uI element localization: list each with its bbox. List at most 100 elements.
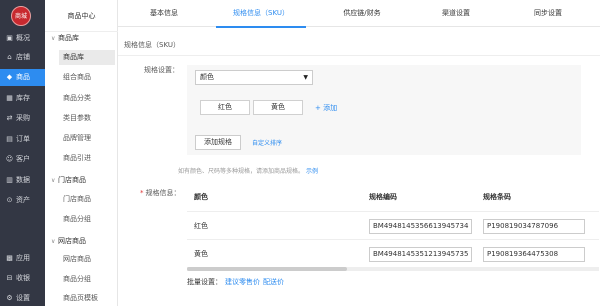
section-title: 规格信息（SKU） bbox=[124, 41, 180, 49]
suggested-retail-price-link[interactable]: 建议零售价 bbox=[225, 278, 260, 286]
inventory-icon: ▦ bbox=[6, 94, 13, 102]
rail-item-apps[interactable]: ▩ 应用 bbox=[0, 250, 45, 267]
table-row: 红色 BM4948145356613945734 P19081903478709… bbox=[187, 211, 599, 239]
apps-icon: ▩ bbox=[6, 254, 13, 262]
sku-table: 颜色 规格编码 规格条码 红色 BM4948145356613945734 P1… bbox=[187, 183, 599, 267]
rail-item-assets[interactable]: ⊙ 资产 bbox=[0, 192, 45, 209]
sidebar-item-category-params[interactable]: 类目参数 bbox=[59, 111, 115, 126]
store-logo[interactable]: 商城 bbox=[11, 6, 31, 26]
tab-sku-info[interactable]: 规格信息（SKU） bbox=[216, 0, 306, 28]
rail-item-store[interactable]: ⌂ 店铺 bbox=[0, 49, 45, 66]
add-spec-button[interactable]: 添加规格 bbox=[195, 135, 241, 150]
tag-icon: ◆ bbox=[6, 73, 13, 81]
customer-icon: ☺ bbox=[5, 155, 14, 163]
sidebar-title: 商品中心 bbox=[45, 0, 118, 32]
spec-settings-label: 规格设置： bbox=[144, 66, 179, 74]
hint-text: 如有颜色、尺码等多种规格，请添加商品规格。 bbox=[178, 168, 305, 175]
table-row: 黄色 BM4948145351213945735 P19081936447530… bbox=[187, 239, 599, 267]
rail-item-products[interactable]: ◆ 商品 bbox=[0, 69, 45, 86]
sidebar-item-bundle-products[interactable]: 组合商品 bbox=[59, 70, 115, 85]
sidebar-item-online-products[interactable]: 网店商品 bbox=[59, 252, 115, 267]
sidebar-item-product-library[interactable]: 商品库 bbox=[59, 50, 115, 65]
tab-supply-chain[interactable]: 供应链/财务 bbox=[314, 0, 410, 27]
store-icon: ⌂ bbox=[7, 53, 12, 61]
tab-channel-settings[interactable]: 渠道设置 bbox=[418, 0, 494, 27]
color-cell: 黄色 bbox=[194, 250, 208, 258]
spec-type-value: 颜色 bbox=[200, 73, 214, 81]
cashier-icon: ⊟ bbox=[6, 274, 13, 282]
rail-label: 设置 bbox=[16, 294, 30, 302]
rail-label: 采购 bbox=[16, 114, 30, 122]
group-label: 门店商品 bbox=[58, 176, 86, 184]
tab-sync-settings[interactable]: 同步设置 bbox=[510, 0, 586, 27]
spec-code-input[interactable]: BM4948145356613945734 bbox=[369, 219, 472, 234]
sidebar-group-product-library[interactable]: ∨ 商品库 bbox=[51, 33, 79, 43]
sidebar-item-product-import[interactable]: 商品引进 bbox=[59, 151, 115, 166]
column-header-barcode: 规格条码 bbox=[483, 193, 511, 201]
rail-label: 订单 bbox=[16, 135, 30, 143]
tab-bar: 基本信息 规格信息（SKU） 供应链/财务 渠道设置 同步设置 bbox=[118, 0, 600, 28]
rail-label: 商品 bbox=[16, 73, 30, 81]
sidebar-item-online-product-groups[interactable]: 商品分组 bbox=[59, 272, 115, 287]
table-horizontal-scrollbar[interactable] bbox=[187, 267, 599, 271]
sidebar-item-product-page-template[interactable]: 商品页模板 bbox=[59, 291, 115, 306]
sidebar-item-store-product-groups[interactable]: 商品分组 bbox=[59, 212, 115, 227]
rail-label: 数据 bbox=[16, 176, 30, 184]
group-label: 网店商品 bbox=[58, 237, 86, 245]
rail-label: 客户 bbox=[16, 155, 30, 163]
spec-value-chip-yellow[interactable]: 黄色 bbox=[253, 100, 303, 115]
bulk-settings: 批量设置： 建议零售价 配送价 bbox=[187, 277, 284, 287]
rail-label: 收银 bbox=[16, 274, 30, 282]
spec-info-label-text: 规格信息： bbox=[145, 189, 181, 197]
custom-sort-link[interactable]: 自定义排序 bbox=[252, 138, 282, 147]
rail-label: 店铺 bbox=[16, 53, 30, 61]
spec-type-select[interactable]: 颜色 ▼ bbox=[195, 70, 313, 85]
group-label: 商品库 bbox=[58, 34, 79, 42]
spec-code-input[interactable]: BM4948145351213945735 bbox=[369, 247, 472, 262]
gear-icon: ⚙ bbox=[6, 294, 13, 302]
sidebar-group-online-products[interactable]: ∨ 网店商品 bbox=[51, 236, 86, 246]
rail-item-data[interactable]: ▥ 数据 bbox=[0, 172, 45, 189]
rail-label: 资产 bbox=[16, 196, 30, 204]
add-spec-value-link[interactable]: + 添加 bbox=[315, 103, 337, 113]
rail-item-purchase[interactable]: ⇄ 采购 bbox=[0, 110, 45, 127]
bulk-settings-label: 批量设置： bbox=[187, 278, 222, 286]
sidebar-item-store-products[interactable]: 门店商品 bbox=[59, 192, 115, 207]
product-center-sidebar: 商品中心 ∨ 商品库 商品库 组合商品 商品分类 类目参数 品牌管理 商品引进 ∨… bbox=[45, 0, 118, 306]
sidebar-item-product-categories[interactable]: 商品分类 bbox=[59, 91, 115, 106]
rail-label: 概况 bbox=[16, 34, 30, 42]
main-nav-rail: 商城 ▣ 概况 ⌂ 店铺 ◆ 商品 ▦ 库存 ⇄ 采购 ▤ 订单 ☺ 客户 ▥ 数据 ⊙ 资产 ▩… bbox=[0, 0, 45, 306]
spec-value-chip-red[interactable]: 红色 bbox=[200, 100, 250, 115]
spec-hint: 如有颜色、尺码等多种规格，请添加商品规格。 示例 bbox=[178, 166, 318, 175]
assets-icon: ⊙ bbox=[6, 196, 13, 204]
rail-item-orders[interactable]: ▤ 订单 bbox=[0, 131, 45, 148]
chevron-down-icon: ∨ bbox=[51, 35, 56, 42]
barcode-input[interactable]: P190819034787096 bbox=[483, 219, 585, 234]
rail-item-settings[interactable]: ⚙ 设置 bbox=[0, 290, 45, 306]
main-content: 基本信息 规格信息（SKU） 供应链/财务 渠道设置 同步设置 规格信息（SKU… bbox=[118, 0, 600, 306]
sidebar-item-brand-management[interactable]: 品牌管理 bbox=[59, 131, 115, 146]
rail-item-inventory[interactable]: ▦ 库存 bbox=[0, 90, 45, 107]
rail-item-customers[interactable]: ☺ 客户 bbox=[0, 151, 45, 168]
scrollbar-thumb[interactable] bbox=[187, 267, 347, 271]
example-link[interactable]: 示例 bbox=[306, 168, 318, 175]
column-header-spec-code: 规格编码 bbox=[369, 193, 397, 201]
orders-icon: ▤ bbox=[6, 135, 13, 143]
purchase-icon: ⇄ bbox=[6, 114, 13, 122]
color-cell: 红色 bbox=[194, 222, 208, 230]
overview-icon: ▣ bbox=[6, 34, 13, 42]
rail-label: 库存 bbox=[16, 94, 30, 102]
sidebar-group-store-products[interactable]: ∨ 门店商品 bbox=[51, 175, 86, 185]
rail-item-overview[interactable]: ▣ 概况 bbox=[0, 30, 45, 47]
chevron-down-icon: ∨ bbox=[51, 177, 56, 184]
data-icon: ▥ bbox=[6, 176, 13, 184]
rail-item-cashier[interactable]: ⊟ 收银 bbox=[0, 270, 45, 287]
rail-label: 应用 bbox=[16, 254, 30, 262]
column-header-color: 颜色 bbox=[194, 193, 208, 201]
delivery-price-link[interactable]: 配送价 bbox=[263, 278, 284, 286]
tab-basic-info[interactable]: 基本信息 bbox=[118, 0, 210, 27]
spec-info-label: * 规格信息： bbox=[140, 188, 181, 198]
app-window: 商城 ▣ 概况 ⌂ 店铺 ◆ 商品 ▦ 库存 ⇄ 采购 ▤ 订单 ☺ 客户 ▥ 数据 ⊙ 资产 ▩… bbox=[0, 0, 600, 306]
barcode-input[interactable]: P190819364475308 bbox=[483, 247, 585, 262]
required-marker: * bbox=[140, 189, 144, 197]
